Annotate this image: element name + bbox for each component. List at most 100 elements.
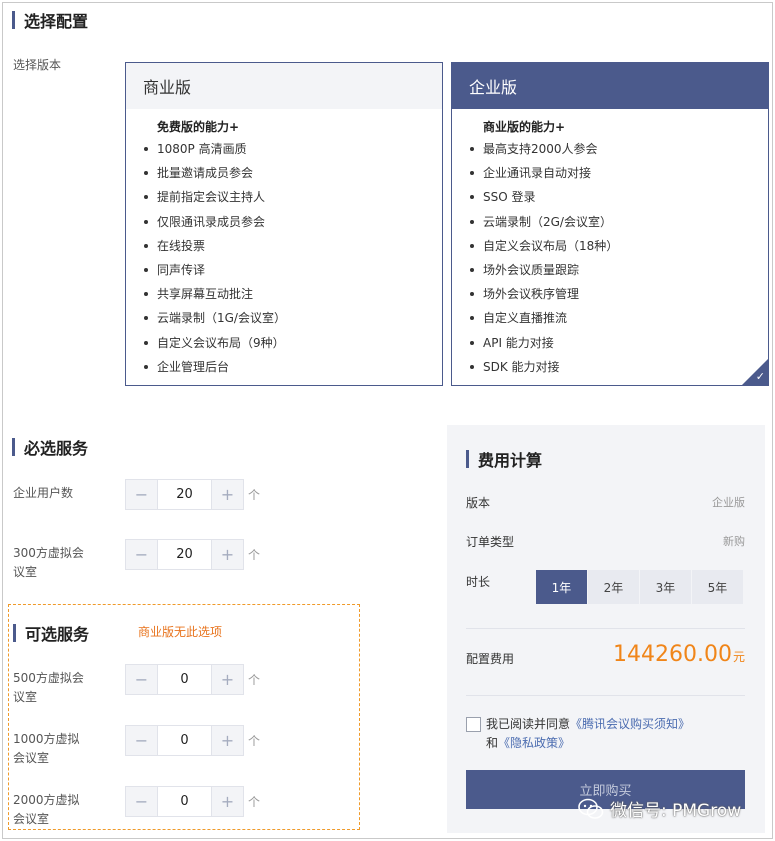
required-section-title: 必选服务 <box>12 435 88 459</box>
watermark-text: 微信号: PMGrow <box>610 801 742 821</box>
bullet-icon <box>144 195 148 200</box>
optional-section-title: 可选服务 <box>13 621 89 645</box>
check-icon: ✓ <box>755 370 765 383</box>
plan-feature: 场外会议秩序管理 <box>470 282 768 306</box>
plan-feature: 在线投票 <box>144 234 442 258</box>
fee-label: 配置费用 <box>466 652 515 666</box>
duration-selector: 1年 2年 3年 5年 <box>536 570 744 604</box>
plan-card-business[interactable]: 商业版 免费版的能力+ 1080P 高清画质 批量邀请成员参会 提前指定会议主持… <box>125 62 443 386</box>
wechat-icon <box>578 798 604 819</box>
increment-button[interactable]: + <box>212 540 243 569</box>
bullet-icon <box>144 219 148 224</box>
config-section-title: 选择配置 <box>12 8 88 32</box>
required-title-text: 必选服务 <box>24 439 89 458</box>
agreement-text: 我已阅读并同意《腾讯会议购买须知》 <box>486 717 691 731</box>
stepper-label: 企业用户数 <box>13 486 74 500</box>
divider <box>466 695 745 696</box>
plan-feature: 场外会议质量跟踪 <box>470 258 768 282</box>
unit-label: 个 <box>248 488 261 502</box>
select-version-label: 选择版本 <box>13 58 62 72</box>
decrement-button[interactable]: − <box>126 540 157 569</box>
plan-feature: 云端录制（1G/会议室） <box>144 306 442 330</box>
stepper-label: 500方虚拟会议室 <box>13 671 84 704</box>
fee-currency: 元 <box>732 650 745 664</box>
cost-panel: 费用计算 版本 企业版 订单类型 新购 时长 1年 2年 3年 5年 配置费用 … <box>447 425 765 833</box>
plan-feature: SSO 登录 <box>470 185 768 209</box>
decrement-button[interactable]: − <box>126 665 157 694</box>
unit-label: 个 <box>248 673 261 687</box>
cost-title-text: 费用计算 <box>478 451 543 470</box>
bullet-icon <box>144 147 148 152</box>
plan-features-list: 最高支持2000人参会 企业通讯录自动对接 SSO 登录 云端录制（2G/会议室… <box>470 137 768 379</box>
optional-title-text: 可选服务 <box>25 625 90 644</box>
plan-feature: 自定义会议布局（9种） <box>144 331 442 355</box>
quantity-input[interactable]: 20 <box>157 540 212 569</box>
plan-feature: 自定义会议布局（18种） <box>470 234 768 258</box>
stepper-label: 300方虚拟会议室 <box>13 546 84 579</box>
increment-button[interactable]: + <box>212 480 243 509</box>
agreement-checkbox[interactable] <box>466 717 481 732</box>
bullet-icon <box>470 195 474 200</box>
unit-label: 个 <box>248 548 261 562</box>
duration-option-5y[interactable]: 5年 <box>692 570 743 604</box>
title-accent-bar <box>12 11 15 29</box>
optional-unavailable-note: 商业版无此选项 <box>138 625 223 639</box>
plan-feature: 共享屏幕互动批注 <box>144 282 442 306</box>
quantity-input[interactable]: 0 <box>157 665 212 694</box>
unit-label: 个 <box>248 795 261 809</box>
plan-feature: 云端录制（2G/会议室） <box>470 210 768 234</box>
bullet-icon <box>470 316 474 321</box>
bullet-icon <box>470 147 474 152</box>
duration-option-1y[interactable]: 1年 <box>536 570 587 604</box>
version-value: 企业版 <box>712 496 745 509</box>
stepper-label: 2000方虚拟会议室 <box>13 793 80 826</box>
fee-amount: 144260.00 元 <box>613 642 745 667</box>
plan-feature: 1080P 高清画质 <box>144 137 442 161</box>
plan-features-title: 商业版的能力+ <box>483 120 566 134</box>
bullet-icon <box>470 243 474 248</box>
plan-name: 商业版 <box>126 63 442 109</box>
increment-button[interactable]: + <box>212 787 243 816</box>
quantity-input[interactable]: 20 <box>157 480 212 509</box>
duration-option-3y[interactable]: 3年 <box>640 570 691 604</box>
plan-feature: 提前指定会议主持人 <box>144 185 442 209</box>
plan-card-enterprise[interactable]: 企业版 商业版的能力+ 最高支持2000人参会 企业通讯录自动对接 SSO 登录… <box>451 62 769 386</box>
unit-label: 个 <box>248 734 261 748</box>
enterprise-users-stepper: − 20 + <box>125 479 244 510</box>
quantity-input[interactable]: 0 <box>157 726 212 755</box>
agreement: 我已阅读并同意《腾讯会议购买须知》 和《隐私政策》 <box>466 715 746 753</box>
bullet-icon <box>144 268 148 273</box>
version-label: 版本 <box>466 496 491 510</box>
bullet-icon <box>144 243 148 248</box>
bullet-icon <box>144 292 148 297</box>
plan-feature: 同声传译 <box>144 258 442 282</box>
plan-feature: 企业通讯录自动对接 <box>470 161 768 185</box>
purchase-terms-link[interactable]: 《腾讯会议购买须知》 <box>570 717 690 731</box>
bullet-icon <box>470 219 474 224</box>
divider <box>466 628 745 629</box>
decrement-button[interactable]: − <box>126 480 157 509</box>
config-title-text: 选择配置 <box>24 12 89 31</box>
plan-features-list: 1080P 高清画质 批量邀请成员参会 提前指定会议主持人 仅限通讯录成员参会 … <box>144 137 442 379</box>
bullet-icon <box>144 364 148 369</box>
increment-button[interactable]: + <box>212 726 243 755</box>
decrement-button[interactable]: − <box>126 726 157 755</box>
privacy-policy-link[interactable]: 《隐私政策》 <box>498 736 570 750</box>
plan-name: 企业版 <box>452 63 768 109</box>
duration-option-2y[interactable]: 2年 <box>588 570 639 604</box>
bullet-icon <box>144 171 148 176</box>
plan-feature: SDK 能力对接 <box>470 355 768 379</box>
bullet-icon <box>144 340 148 345</box>
title-accent-bar <box>12 438 15 456</box>
plan-feature: 最高支持2000人参会 <box>470 137 768 161</box>
increment-button[interactable]: + <box>212 665 243 694</box>
decrement-button[interactable]: − <box>126 787 157 816</box>
plan-feature: 企业管理后台 <box>144 355 442 379</box>
plan-feature: API 能力对接 <box>470 331 768 355</box>
fee-number: 144260.00 <box>613 642 732 667</box>
plan-feature: 自定义直播推流 <box>470 306 768 330</box>
room-500-stepper: − 0 + <box>125 664 244 695</box>
plan-feature: 仅限通讯录成员参会 <box>144 210 442 234</box>
cost-section-title: 费用计算 <box>466 447 542 471</box>
quantity-input[interactable]: 0 <box>157 787 212 816</box>
